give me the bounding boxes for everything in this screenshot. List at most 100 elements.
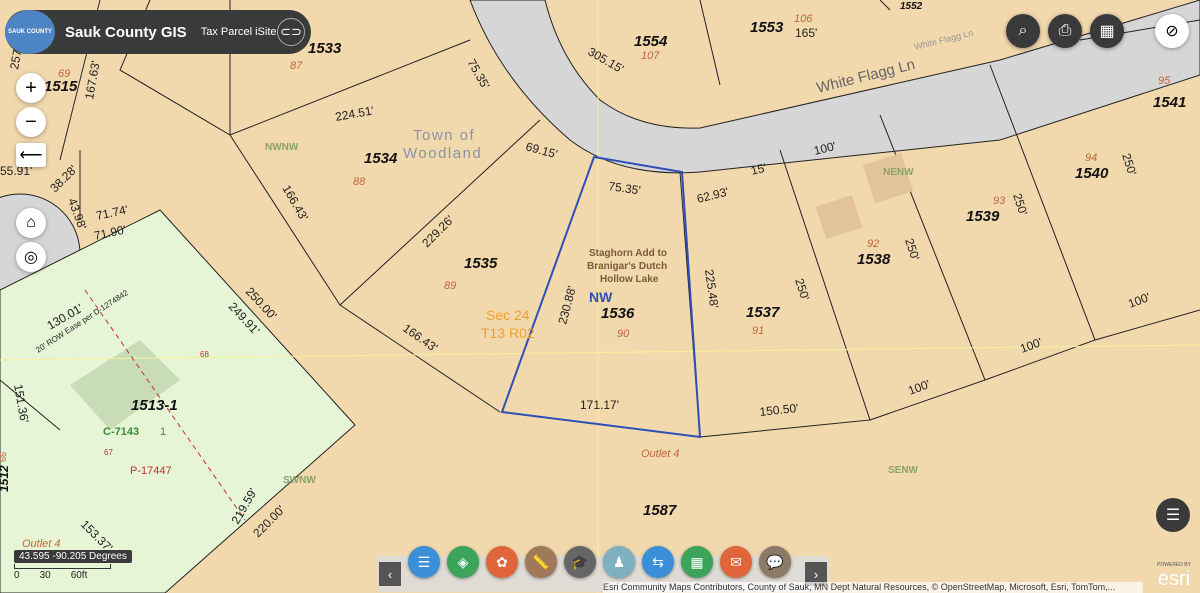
scale-bar [14, 564, 111, 569]
parcel-1539-sub: 93 [993, 195, 1006, 207]
basemap-tool-button[interactable]: ✿ [486, 546, 518, 578]
dim-165: 165' [795, 26, 817, 40]
arrow-left-icon: ⟵ [19, 147, 43, 164]
section-label-1: Sec 24 [486, 307, 530, 323]
parcel-1533-label: 1533 [308, 40, 342, 57]
layer-list-icon: ☰ [417, 553, 431, 570]
user-icon: ♟ [612, 553, 626, 570]
back-extent-button[interactable]: ⟵ [16, 143, 46, 167]
parcel-1513-67: 67 [104, 448, 113, 457]
print-icon: ⎙ [1058, 22, 1072, 39]
parcel-1513-label: 1513-1 [131, 397, 178, 414]
parcel-1553-label: 1553 [750, 19, 784, 36]
apps-grid-icon: ▦ [1099, 23, 1115, 40]
scale-label-30: 30 [39, 570, 51, 581]
parcel-1538-label: 1538 [857, 251, 891, 268]
eye-off-icon: ⊘ [1165, 23, 1179, 40]
parcel-1534-sub: 88 [353, 176, 366, 188]
parcel-1513-c: C-7143 [103, 426, 139, 438]
select-tool-button[interactable]: ▦ [681, 546, 713, 578]
link-icon[interactable]: ⊂⊃ [277, 18, 305, 46]
scale-label-60: 60ft [70, 570, 88, 581]
locate-icon: ◎ [24, 249, 38, 266]
subdivision-line-2: Branigar's Dutch [587, 261, 667, 272]
chevron-left-icon: ‹ [387, 566, 393, 582]
parcel-1535-label: 1535 [464, 255, 498, 272]
parcel-1513-p: P-17447 [130, 465, 172, 477]
parcel-1553-sub: 106 [794, 13, 813, 25]
layers-tool-button[interactable]: ◈ [447, 546, 479, 578]
list-icon: ☰ [1165, 507, 1181, 524]
parcel-1536-sub: 90 [617, 328, 630, 340]
measure-icon: 📏 [532, 553, 550, 570]
legend-button[interactable]: ☰ [1156, 498, 1190, 532]
parcel-1541-sub: 95 [1158, 75, 1171, 87]
parcel-1537-sub: 91 [752, 325, 764, 337]
parcel-1536-label[interactable]: 1536 [601, 305, 635, 322]
parcel-1540-sub: 94 [1085, 152, 1097, 164]
basemap-icon: ✿ [496, 553, 508, 570]
user-tool-button[interactable]: ♟ [603, 546, 635, 578]
hide-ui-button[interactable]: ⊘ [1155, 14, 1189, 48]
education-icon: 🎓 [571, 553, 589, 570]
map-canvas[interactable]: White Flagg Ln White Flagg Ln Town of Wo… [0, 0, 1200, 593]
locate-button[interactable]: ◎ [16, 242, 46, 272]
select-icon: ▦ [690, 553, 704, 570]
app-subtitle: Tax Parcel iSite [200, 26, 277, 38]
parcel-1534-label: 1534 [364, 150, 398, 167]
measure-tool-button[interactable]: 📏 [525, 546, 557, 578]
parcel-66-sub: 66 [0, 452, 8, 462]
town-label-1: Town of [413, 127, 475, 144]
print-button[interactable]: ⎙ [1048, 14, 1082, 48]
parcel-1513-one: 1 [160, 426, 166, 438]
parcel-1535-sub: 89 [444, 280, 456, 292]
outlet-4-label: Outlet 4 [641, 448, 680, 460]
layer-list-tool-button[interactable]: ☰ [408, 546, 440, 578]
subdivision-line-1: Staghorn Add to [589, 248, 667, 259]
plus-icon: + [25, 76, 37, 99]
esri-logo[interactable]: POWERED BY esri [1148, 562, 1200, 593]
education-tool-button[interactable]: 🎓 [564, 546, 596, 578]
quarter-swnw: SWNW [283, 475, 316, 486]
subdivision-line-3: Hollow Lake [600, 274, 659, 285]
share-tool-button[interactable]: ✉ [720, 546, 752, 578]
outlet-4-left-label: Outlet 4 [22, 538, 61, 550]
app-title: Sauk County GIS [65, 23, 187, 41]
logo-text: SAUK COUNTY [7, 29, 52, 35]
parcel-1515-sub: 69 [58, 68, 70, 80]
home-button[interactable]: ⌂ [16, 208, 46, 238]
split-tool-button[interactable]: ⇆ [642, 546, 674, 578]
comment-tool-button[interactable]: 💬 [759, 546, 791, 578]
zoom-out-button[interactable]: − [16, 107, 46, 137]
zoom-in-button[interactable]: + [16, 73, 46, 103]
parcel-1512-label: 1512 [0, 465, 11, 492]
coordinate-readout[interactable]: 43.595 -90.205 Degrees [14, 550, 132, 563]
parcel-1537-label: 1537 [746, 304, 780, 321]
minus-icon: − [25, 110, 37, 133]
dim-17117: 171.17' [580, 398, 619, 412]
chevron-right-icon: › [813, 566, 819, 582]
attribution: Esri Community Maps Contributors, County… [603, 582, 1143, 593]
scale-labels: 0 30 60ft [14, 570, 132, 581]
parcel-1513-68: 68 [200, 350, 209, 359]
app-header: SAUK COUNTY Sauk County GIS Tax Parcel i… [5, 10, 311, 54]
parcel-1554-sub: 107 [641, 50, 660, 62]
county-logo[interactable]: SAUK COUNTY [5, 10, 55, 54]
quarter-nwnw: NWNW [265, 142, 299, 153]
parcel-1554-label: 1554 [634, 33, 668, 50]
parcel-1540-label: 1540 [1075, 165, 1109, 182]
layers-icon: ◈ [457, 553, 469, 570]
toolbar-prev-button[interactable]: ‹ [379, 562, 401, 586]
split-icon: ⇆ [652, 553, 664, 570]
scale-label-0: 0 [14, 570, 20, 581]
apps-button[interactable]: ▦ [1090, 14, 1124, 48]
parcel-1539-label: 1539 [966, 208, 1000, 225]
parcel-1587-label: 1587 [643, 502, 677, 519]
parcel-1538-sub: 92 [867, 238, 879, 250]
quarter-nenw: NENW [883, 167, 914, 178]
search-button[interactable]: ⌕ [1006, 14, 1040, 48]
parcel-1533-sub: 87 [290, 60, 303, 72]
parcel-1515-label: 1515 [44, 78, 78, 95]
scale-area: 43.595 -90.205 Degrees 0 30 60ft [14, 550, 132, 581]
parcel-1541-label: 1541 [1153, 94, 1186, 111]
